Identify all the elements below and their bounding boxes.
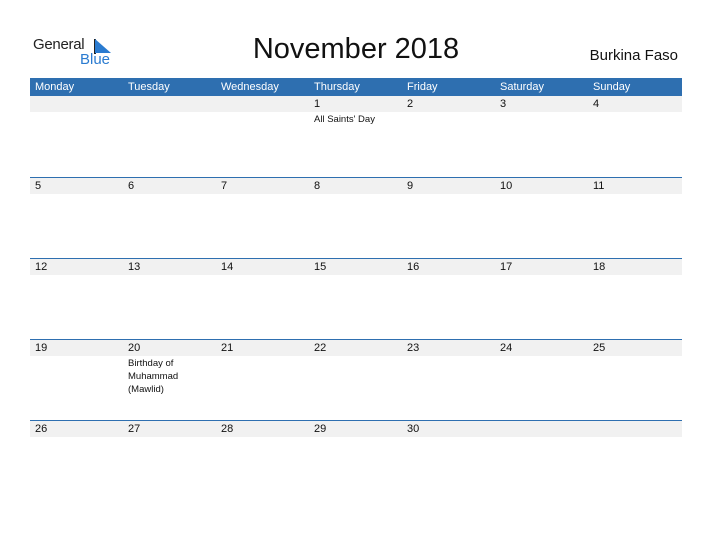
weekday-monday: Monday xyxy=(35,81,75,93)
day-number xyxy=(500,421,588,437)
day-cell[interactable]: 25 xyxy=(588,340,681,396)
day-number: 30 xyxy=(407,423,420,435)
day-number: 13 xyxy=(128,261,141,273)
calendar-grid: Monday Tuesday Wednesday Thursday Friday Satu… xyxy=(30,78,682,501)
day-number: 19 xyxy=(35,342,48,354)
week-row: 19 20 Birthday of Muhammad (Mawlid) 21 22 23 2… xyxy=(30,339,682,420)
day-cell[interactable] xyxy=(588,421,681,438)
day-number: 8 xyxy=(314,180,321,192)
country-label: Burkina Faso xyxy=(589,47,678,64)
weekday-friday: Friday xyxy=(407,81,438,93)
day-cell[interactable] xyxy=(123,96,216,126)
day-number: 5 xyxy=(35,180,42,192)
day-number: 3 xyxy=(500,98,507,110)
day-cell[interactable]: 23 xyxy=(402,340,495,396)
day-number: 10 xyxy=(500,180,513,192)
week-row: 12 13 14 15 16 17 18 xyxy=(30,258,682,339)
day-cell[interactable]: 7 xyxy=(216,178,309,195)
day-cell[interactable]: 26 xyxy=(30,421,123,438)
day-number: 2 xyxy=(407,98,414,110)
day-number: 1 xyxy=(314,98,321,110)
day-number: 17 xyxy=(500,261,513,273)
weekday-sunday: Sunday xyxy=(593,81,631,93)
day-number: 6 xyxy=(128,180,135,192)
weekday-header: Monday Tuesday Wednesday Thursday Friday Satu… xyxy=(30,78,682,96)
day-cell[interactable]: 30 xyxy=(402,421,495,438)
day-number: 16 xyxy=(407,261,420,273)
day-number: 25 xyxy=(593,342,606,354)
day-cell[interactable]: 12 xyxy=(30,259,123,276)
day-number: 22 xyxy=(314,342,327,354)
day-cell[interactable]: 2 xyxy=(402,96,495,126)
day-number: 9 xyxy=(407,180,414,192)
day-number: 12 xyxy=(35,261,48,273)
day-number xyxy=(221,96,309,112)
day-number: 11 xyxy=(593,180,605,192)
day-number: 26 xyxy=(35,423,48,435)
day-cell[interactable]: 19 xyxy=(30,340,123,396)
day-cell[interactable]: 4 xyxy=(588,96,681,126)
day-cell[interactable] xyxy=(495,421,588,438)
day-cell[interactable]: 10 xyxy=(495,178,588,195)
week-row: 5 6 7 8 9 10 11 xyxy=(30,177,682,258)
day-cell[interactable]: 5 xyxy=(30,178,123,195)
day-number: 27 xyxy=(128,423,141,435)
day-cell[interactable]: 20 Birthday of Muhammad (Mawlid) xyxy=(123,340,216,396)
holiday-label: Birthday of Muhammad (Mawlid) xyxy=(128,358,179,395)
day-cell[interactable]: 6 xyxy=(123,178,216,195)
day-cell[interactable]: 3 xyxy=(495,96,588,126)
day-cell[interactable]: 11 xyxy=(588,178,681,195)
day-cell[interactable]: 21 xyxy=(216,340,309,396)
day-cell[interactable]: 28 xyxy=(216,421,309,438)
day-cell[interactable]: 17 xyxy=(495,259,588,276)
day-number: 29 xyxy=(314,423,327,435)
weekday-thursday: Thursday xyxy=(314,81,360,93)
day-cell[interactable]: 22 xyxy=(309,340,402,396)
day-number: 14 xyxy=(221,261,234,273)
day-cell[interactable]: 27 xyxy=(123,421,216,438)
week-row: 1 All Saints' Day 2 3 4 xyxy=(30,96,682,177)
day-cell[interactable]: 9 xyxy=(402,178,495,195)
day-cell[interactable]: 24 xyxy=(495,340,588,396)
day-number: 28 xyxy=(221,423,234,435)
holiday-label: All Saints' Day xyxy=(314,114,375,125)
day-cell[interactable]: 1 All Saints' Day xyxy=(309,96,402,126)
day-number xyxy=(593,421,681,437)
day-cell[interactable]: 8 xyxy=(309,178,402,195)
day-number xyxy=(35,96,123,112)
day-cell[interactable]: 16 xyxy=(402,259,495,276)
weekday-wednesday: Wednesday xyxy=(221,81,279,93)
day-number: 18 xyxy=(593,261,606,273)
day-cell[interactable] xyxy=(216,96,309,126)
day-number: 7 xyxy=(221,180,228,192)
week-row: 26 27 28 29 30 xyxy=(30,420,682,501)
day-cell[interactable] xyxy=(30,96,123,126)
day-cell[interactable]: 13 xyxy=(123,259,216,276)
day-cell[interactable]: 18 xyxy=(588,259,681,276)
day-cell[interactable]: 15 xyxy=(309,259,402,276)
day-number: 24 xyxy=(500,342,513,354)
day-number xyxy=(128,96,216,112)
day-cell[interactable]: 14 xyxy=(216,259,309,276)
day-number: 23 xyxy=(407,342,420,354)
weekday-saturday: Saturday xyxy=(500,81,545,93)
day-number: 15 xyxy=(314,261,327,273)
day-number: 20 xyxy=(128,342,141,354)
day-cell[interactable]: 29 xyxy=(309,421,402,438)
weekday-tuesday: Tuesday xyxy=(128,81,170,93)
day-number: 21 xyxy=(221,342,234,354)
day-number: 4 xyxy=(593,98,600,110)
